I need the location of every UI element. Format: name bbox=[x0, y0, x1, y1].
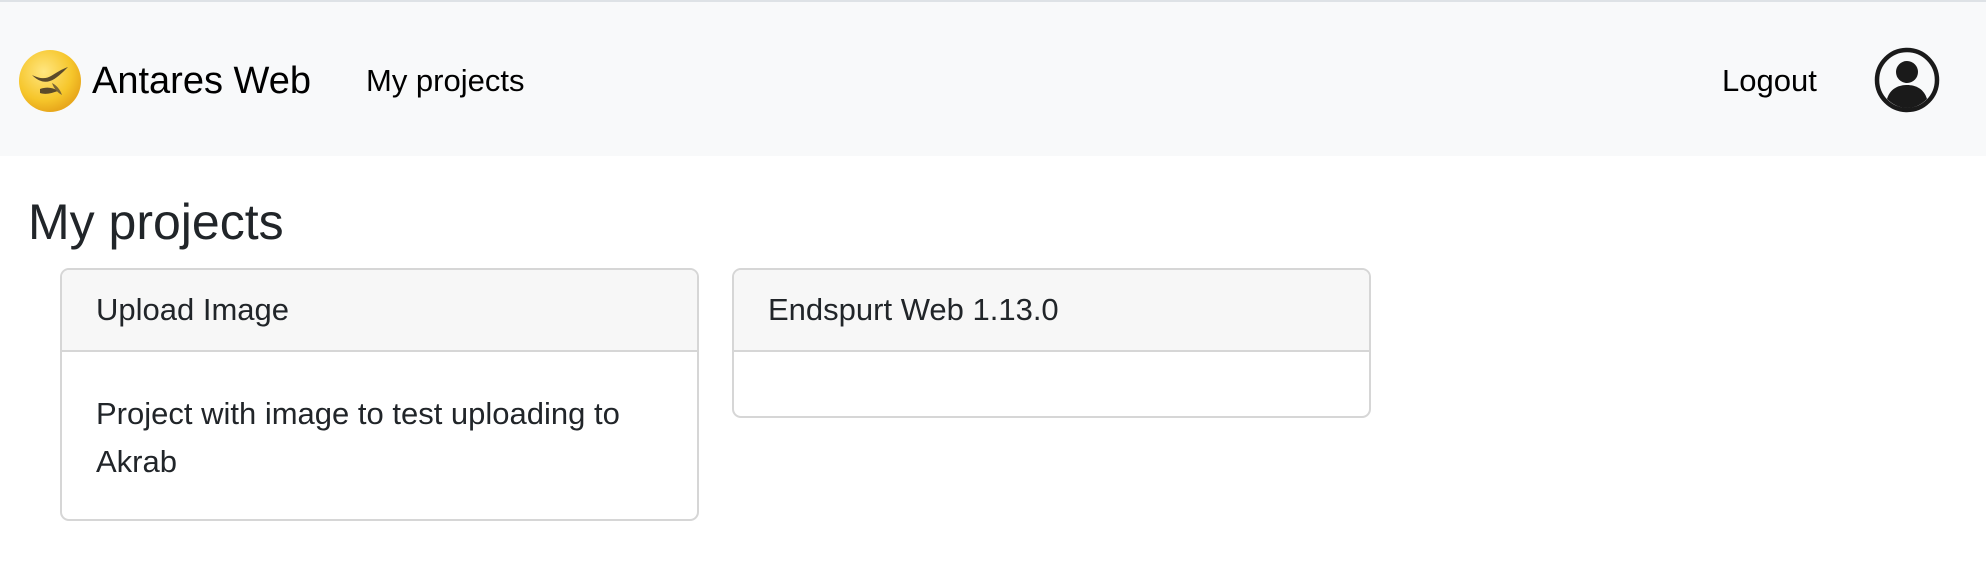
brand-link[interactable]: Antares Web bbox=[18, 46, 311, 116]
nav-my-projects-link[interactable]: My projects bbox=[366, 61, 524, 101]
page-title: My projects bbox=[28, 194, 284, 250]
project-card[interactable]: Endspurt Web 1.13.0 bbox=[732, 268, 1371, 418]
project-card-title[interactable]: Endspurt Web 1.13.0 bbox=[734, 270, 1369, 352]
user-circle-icon[interactable] bbox=[1874, 47, 1940, 113]
brand-name: Antares Web bbox=[92, 59, 311, 102]
logout-link[interactable]: Logout bbox=[1722, 61, 1817, 101]
project-card-description bbox=[734, 352, 1369, 416]
project-card-description: Project with image to test uploading to … bbox=[96, 396, 620, 479]
top-navbar: Antares Web My projects Logout bbox=[0, 0, 1986, 156]
antares-logo-icon bbox=[19, 50, 81, 112]
project-card-title[interactable]: Upload Image bbox=[62, 270, 697, 352]
project-card[interactable]: Upload Image Project with image to test … bbox=[60, 268, 699, 521]
